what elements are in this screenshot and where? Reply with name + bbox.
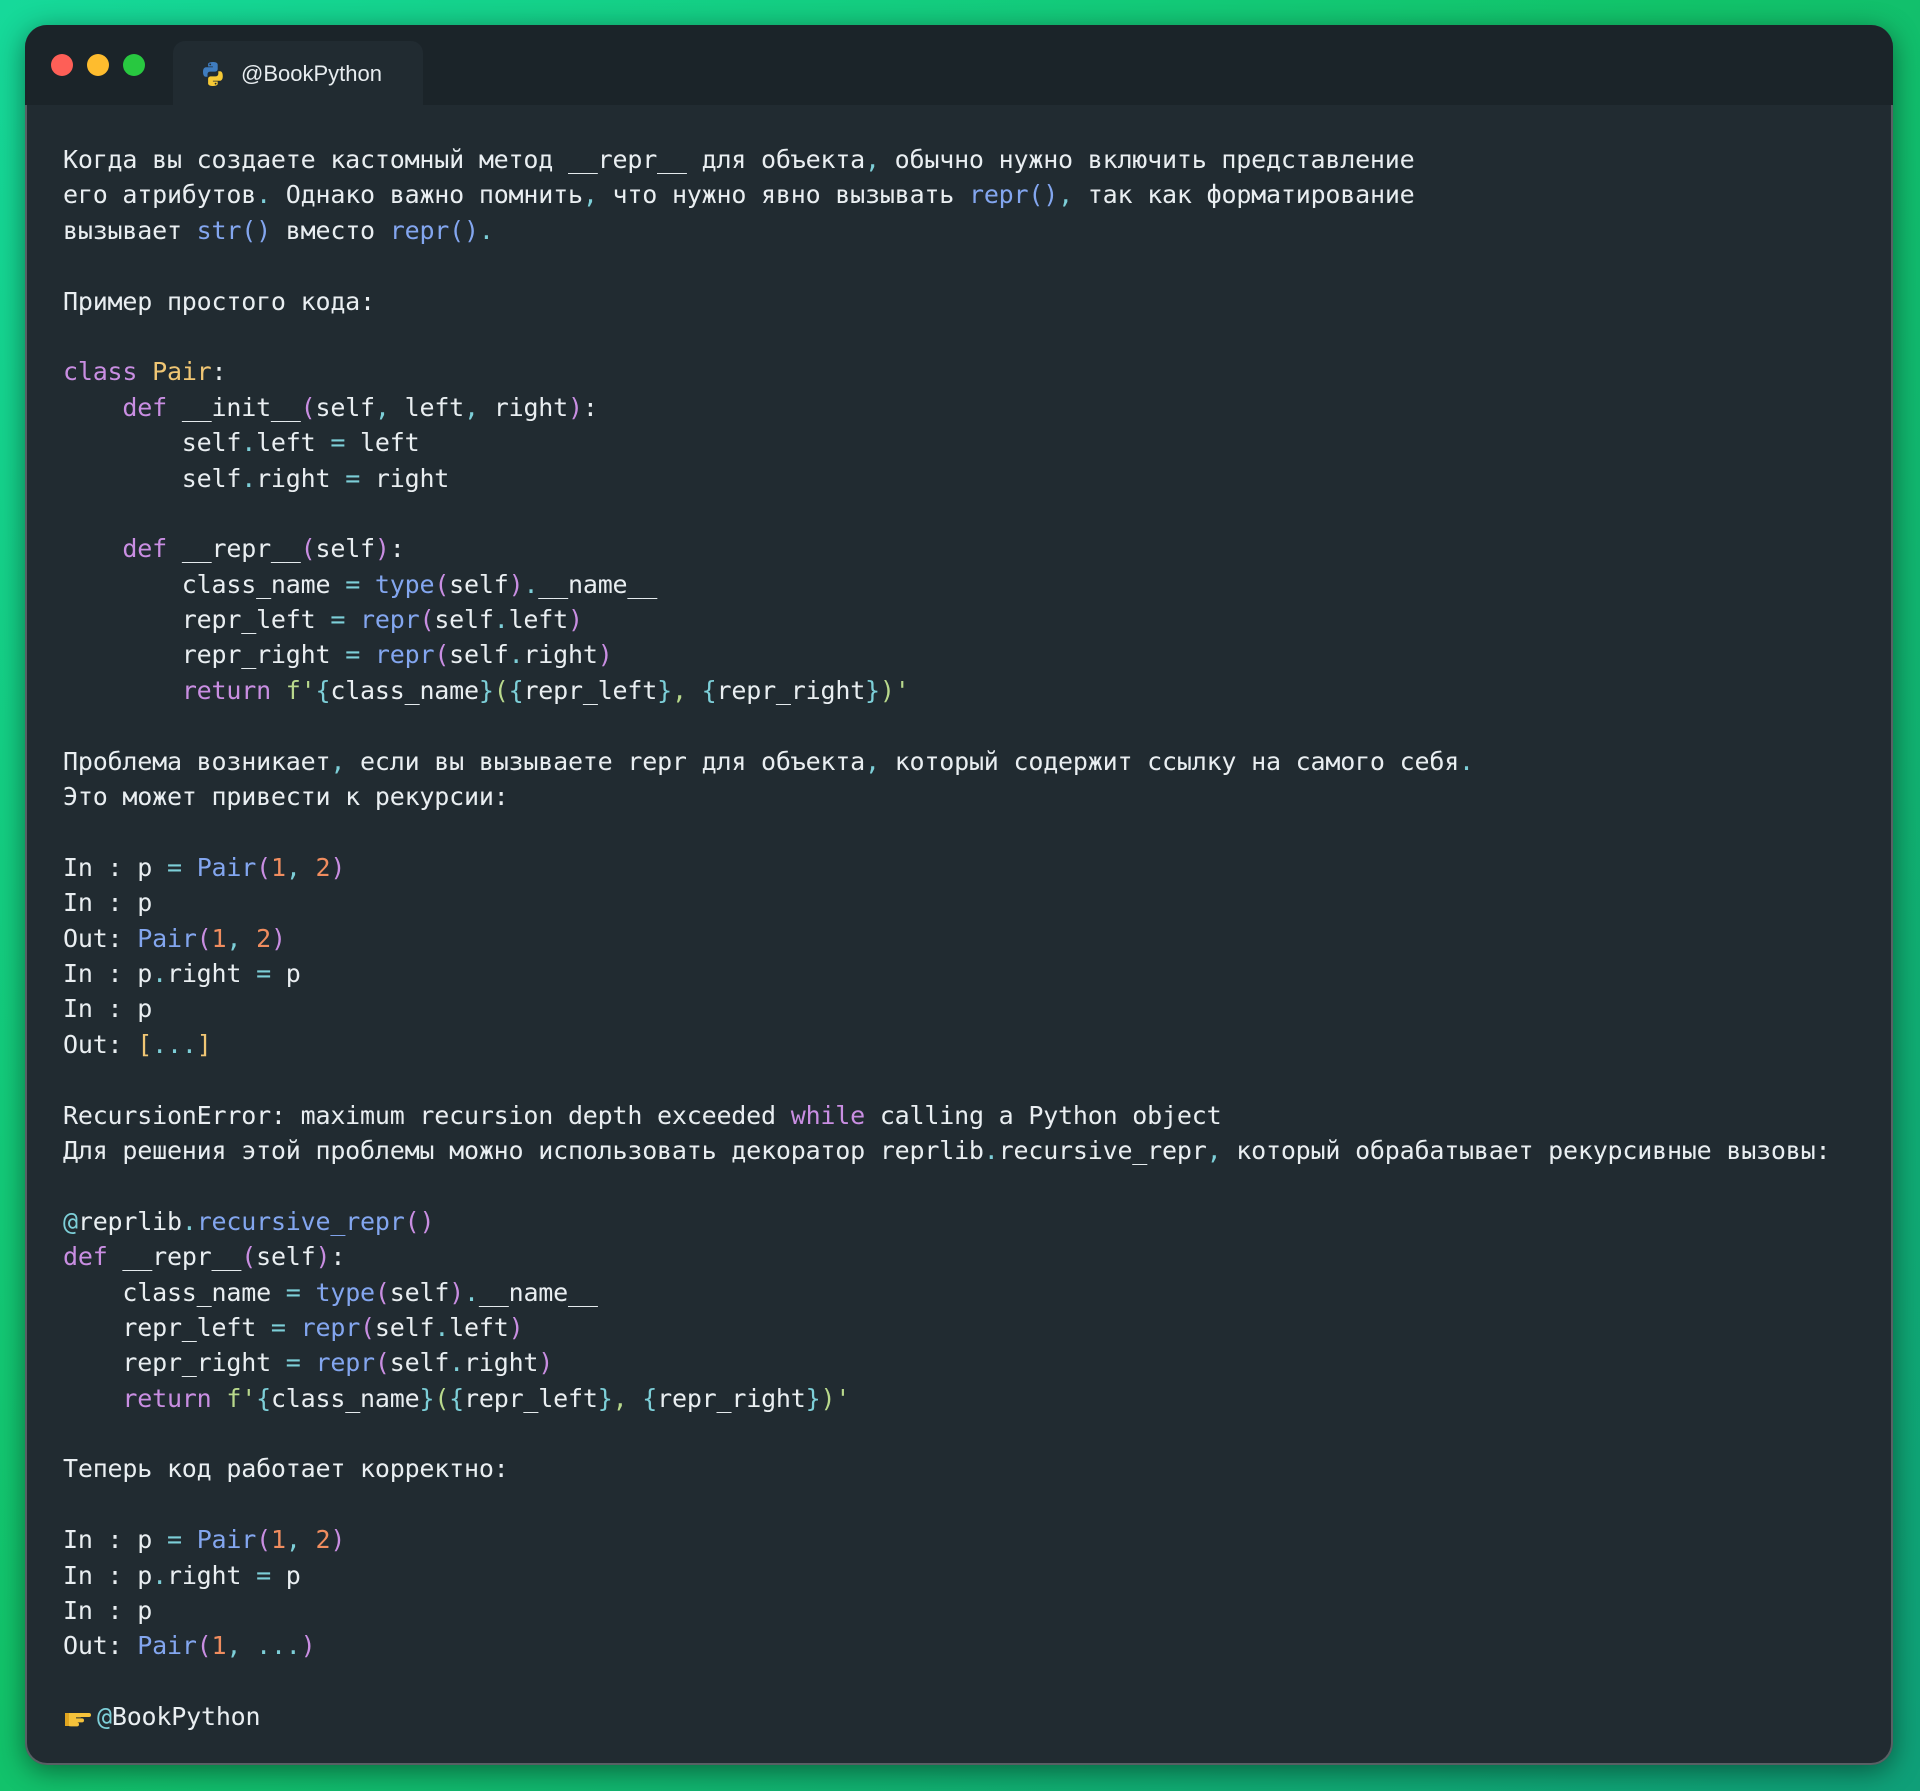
text-line: вызывает str() вместо repr(). <box>63 215 494 245</box>
code-line: repr_left = repr(self.left) <box>63 605 583 635</box>
code-line: def __init__(self, left, right): <box>122 392 598 422</box>
code-line: In : p <box>63 888 153 918</box>
title-bar: @BookPython <box>25 25 1893 105</box>
code-line: self.left = left <box>63 428 420 458</box>
code-line: @reprlib.recursive_repr() <box>63 1206 435 1236</box>
code-line: Out: Pair(1, 2) <box>63 923 286 953</box>
text-line: Теперь код работает корректно: <box>63 1454 509 1484</box>
close-button[interactable] <box>51 54 73 76</box>
code-line: def __repr__(self): <box>122 534 405 564</box>
code-line: class_name = type(self).__name__ <box>63 569 658 599</box>
code-line: In : p.right = p <box>63 958 301 988</box>
code-line: return f'{class_name}({repr_left}, {repr… <box>181 675 910 705</box>
code-line: def __repr__(self): <box>63 1242 346 1272</box>
terminal-window: @BookPython Когда вы создаете кастомный … <box>25 25 1893 1765</box>
text-line: Когда вы создаете кастомный метод __repr… <box>63 145 1415 174</box>
text-line: RecursionError: maximum recursion depth … <box>63 1100 1222 1130</box>
footer-handle[interactable]: BookPython <box>112 1699 261 1734</box>
tab-label: @BookPython <box>241 61 382 86</box>
minimize-button[interactable] <box>87 54 109 76</box>
code-line: In : p <box>63 1596 153 1626</box>
code-line: In : p.right = p <box>63 1560 301 1590</box>
text-line: его атрибутов. Однако важно помнить, что… <box>63 180 1415 210</box>
code-line: class Pair: <box>63 357 227 387</box>
code-line: self.right = right <box>63 463 450 493</box>
code-line: In : p <box>63 994 153 1024</box>
code-line: repr_right = repr(self.right) <box>63 640 613 670</box>
maximize-button[interactable] <box>123 54 145 76</box>
text-line: Это может привести к рекурсии: <box>63 782 509 812</box>
text-line: Для решения этой проблемы можно использо… <box>63 1135 1831 1165</box>
code-line: repr_right = repr(self.right) <box>63 1348 554 1378</box>
code-line: return f'{class_name}({repr_left}, {repr… <box>122 1383 851 1413</box>
code-line: Out: Pair(1, ...) <box>63 1631 316 1661</box>
text-line: Проблема возникает, если вы вызываете re… <box>63 746 1474 776</box>
python-logo-icon <box>203 62 223 86</box>
footer: @ BookPython <box>63 1699 1830 1734</box>
pointing-hand-icon <box>65 1712 91 1727</box>
code-line: Out: [...] <box>63 1029 212 1059</box>
code-line: class_name = type(self).__name__ <box>63 1277 598 1307</box>
code-line: repr_left = repr(self.left) <box>63 1312 524 1342</box>
code-line: In : p = Pair(1, 2) <box>63 1525 346 1555</box>
code-content: Когда вы создаете кастомный метод __repr… <box>63 142 1831 1735</box>
code-line: In : p = Pair(1, 2) <box>63 852 346 882</box>
tab-bookpython[interactable]: @BookPython <box>173 41 423 105</box>
text-line: Пример простого кода: <box>63 286 375 316</box>
